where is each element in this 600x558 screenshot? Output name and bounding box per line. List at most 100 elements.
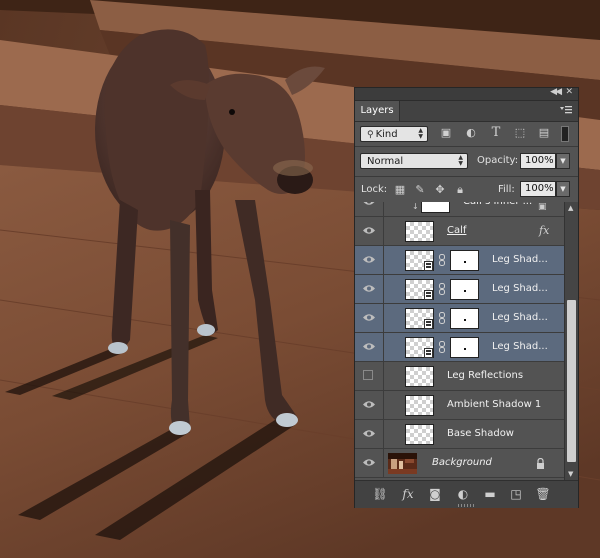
fx-icon[interactable]: fx xyxy=(400,486,416,502)
eye-icon[interactable] xyxy=(363,458,375,467)
opacity-input[interactable]: 100% xyxy=(520,153,556,169)
layer-row[interactable]: ↓ Calf's Inner ... ▣ xyxy=(355,202,564,217)
mask-dot xyxy=(464,261,466,263)
eye-icon[interactable] xyxy=(363,429,375,438)
collapse-icon[interactable]: ◀◀ xyxy=(550,87,562,97)
layer-name[interactable]: Base Shadow xyxy=(447,420,514,448)
smart-object-filter-icon[interactable]: ▤ xyxy=(537,126,551,140)
layer-thumbnail[interactable] xyxy=(405,395,434,416)
fx-icon[interactable]: fx xyxy=(539,224,549,237)
spinner-icon: ▲ ▼ xyxy=(458,154,463,167)
clip-arrow-icon: ↓ xyxy=(412,202,419,211)
layer-name[interactable]: Calf xyxy=(447,217,466,245)
layer-thumbnail[interactable] xyxy=(405,366,434,387)
pixel-filter-icon[interactable]: ▣ xyxy=(439,126,453,140)
filter-toggle-switch[interactable] xyxy=(561,126,569,142)
add-mask-icon[interactable]: ◙ xyxy=(427,486,443,502)
visibility-cell xyxy=(355,304,384,332)
filter-row: ⚲ Kind ▲ ▼ ▣ ◐ T ⬚ ▤ xyxy=(355,122,578,146)
tab-layers[interactable]: Layers xyxy=(355,101,400,121)
eye-icon[interactable] xyxy=(363,342,375,351)
layer-name[interactable]: Leg Shad... xyxy=(492,304,548,332)
link-icon[interactable] xyxy=(439,341,445,353)
link-layers-icon[interactable]: ⛓ xyxy=(372,486,388,502)
lock-all-icon[interactable]: 🔒︎ xyxy=(453,183,467,197)
layer-name[interactable]: Leg Shad... xyxy=(492,275,548,303)
spinner-icon: ▲ ▼ xyxy=(418,127,423,140)
panel-menu-icon[interactable] xyxy=(560,104,572,116)
lock-brush-icon[interactable]: ✎ xyxy=(413,183,427,197)
lock-position-icon[interactable]: ✥ xyxy=(433,183,447,197)
adjustment-filter-icon[interactable]: ◐ xyxy=(464,126,478,140)
fill-input[interactable]: 100% xyxy=(520,181,556,197)
link-icon[interactable] xyxy=(439,254,445,266)
layer-thumbnail[interactable] xyxy=(405,308,434,329)
new-group-icon[interactable]: ▬ xyxy=(482,486,498,502)
visibility-cell xyxy=(355,217,384,245)
fill-dropdown[interactable]: ▼ xyxy=(556,181,570,197)
layer-thumbnail[interactable] xyxy=(405,279,434,300)
layer-thumbnail[interactable] xyxy=(405,250,434,271)
scrollbar-thumb[interactable] xyxy=(567,300,576,462)
visibility-cell xyxy=(355,275,384,303)
layer-name[interactable]: Background xyxy=(432,449,492,477)
divider xyxy=(355,146,578,147)
shape-filter-icon[interactable]: ⬚ xyxy=(513,126,527,140)
layer-mask-thumbnail[interactable] xyxy=(450,250,479,271)
blend-mode-select[interactable]: Normal ▲ ▼ xyxy=(360,153,468,169)
visibility-cell xyxy=(355,362,384,390)
filter-kind-select[interactable]: ⚲ Kind ▲ ▼ xyxy=(360,126,428,142)
eye-icon[interactable] xyxy=(363,255,375,264)
layer-mask-thumbnail[interactable] xyxy=(450,279,479,300)
scroll-down-icon[interactable]: ▼ xyxy=(568,470,573,478)
layer-row[interactable]: Leg Shad... xyxy=(355,333,564,362)
eye-icon[interactable] xyxy=(363,400,375,409)
visibility-cell xyxy=(355,333,384,361)
layer-row[interactable]: Leg Shad... xyxy=(355,275,564,304)
lock-row: Lock: ▦ ✎ ✥ 🔒︎ Fill: 100% ▼ xyxy=(355,178,578,202)
eye-icon[interactable] xyxy=(363,284,375,293)
layer-row[interactable]: Calf fx xyxy=(355,217,564,246)
close-icon[interactable]: ✕ xyxy=(565,87,573,97)
link-icon[interactable] xyxy=(439,312,445,324)
layer-row[interactable]: Base Shadow xyxy=(355,420,564,449)
eye-icon[interactable] xyxy=(363,202,375,206)
layer-mask-thumbnail[interactable] xyxy=(450,337,479,358)
layer-row[interactable]: Background xyxy=(355,449,564,478)
layer-thumbnail[interactable] xyxy=(405,221,434,242)
smart-object-icon xyxy=(424,290,433,300)
new-layer-icon[interactable]: ◳ xyxy=(508,486,524,502)
layer-mask-thumbnail[interactable] xyxy=(450,308,479,329)
layer-row[interactable]: Leg Shad... xyxy=(355,304,564,333)
layer-row[interactable]: Leg Shad... xyxy=(355,246,564,275)
visibility-cell xyxy=(355,391,384,419)
layer-name[interactable]: Leg Shad... xyxy=(492,333,548,361)
opacity-dropdown[interactable]: ▼ xyxy=(556,153,570,169)
layer-row[interactable]: Leg Reflections xyxy=(355,362,564,391)
link-icon[interactable] xyxy=(439,283,445,295)
layer-thumbnail[interactable] xyxy=(405,424,434,445)
scroll-up-icon[interactable]: ▲ xyxy=(568,204,573,212)
layer-name[interactable]: Leg Reflections xyxy=(447,362,523,390)
adjustment-layer-icon[interactable]: ◐ xyxy=(455,486,471,502)
blend-mode-value: Normal xyxy=(367,156,404,167)
smart-object-icon xyxy=(424,261,433,271)
divider xyxy=(355,176,578,177)
visibility-off-toggle[interactable] xyxy=(363,370,373,380)
opacity-label: Opacity: xyxy=(477,155,519,166)
eye-icon[interactable] xyxy=(363,313,375,322)
layer-mask-thumbnail[interactable] xyxy=(421,202,450,213)
lock-transparency-icon[interactable]: ▦ xyxy=(393,183,407,197)
eye-icon[interactable] xyxy=(363,226,375,235)
layer-name[interactable]: Calf's Inner ... xyxy=(463,202,532,216)
background-thumbnail[interactable] xyxy=(388,453,417,474)
layers-scrollbar[interactable]: ▲ ▼ xyxy=(564,202,578,480)
layer-thumbnail[interactable] xyxy=(405,337,434,358)
layer-row[interactable]: Ambient Shadow 1 xyxy=(355,391,564,420)
layer-name[interactable]: Ambient Shadow 1 xyxy=(447,391,541,419)
filter-kind-value: Kind xyxy=(375,129,398,140)
type-filter-icon[interactable]: T xyxy=(489,126,503,140)
resize-grip[interactable] xyxy=(458,504,476,507)
layer-name[interactable]: Leg Shad... xyxy=(492,246,548,274)
delete-layer-icon[interactable]: 🗑︎ xyxy=(535,486,551,502)
